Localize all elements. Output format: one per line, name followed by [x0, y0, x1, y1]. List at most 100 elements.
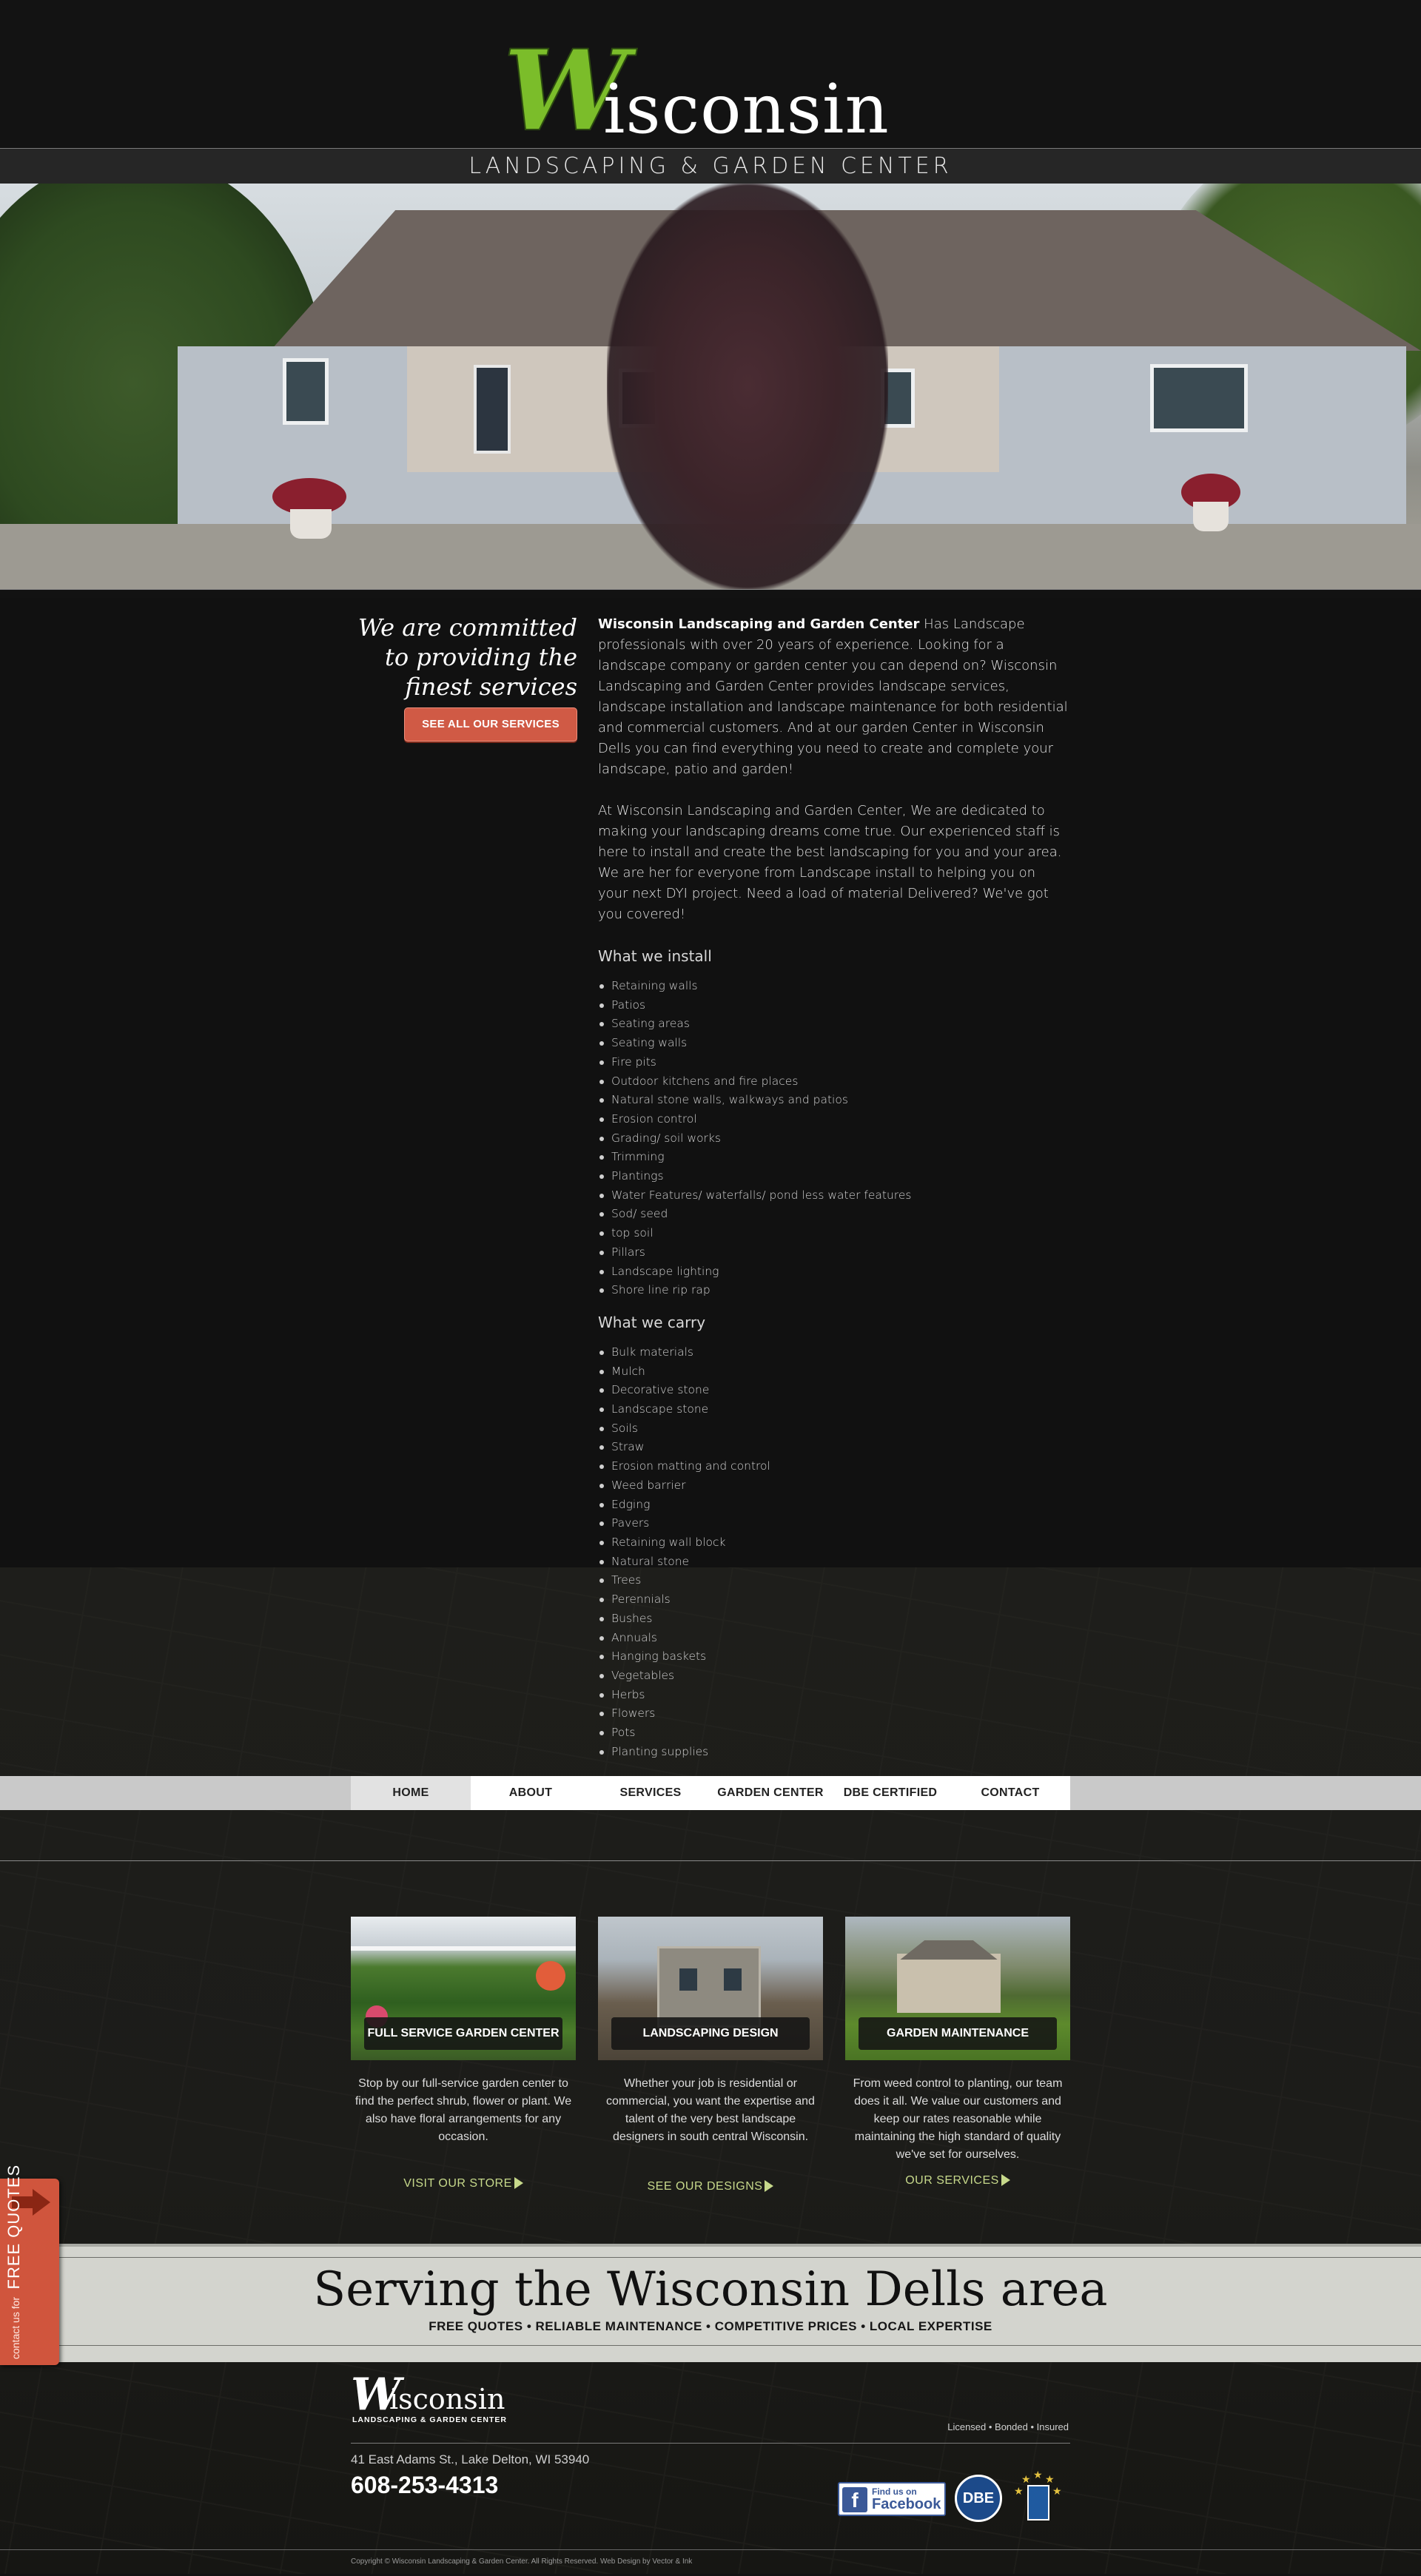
- nav-item-services[interactable]: SERVICES: [591, 1776, 710, 1810]
- card-label: GARDEN MAINTENANCE: [859, 2017, 1057, 2050]
- logo[interactable]: W isconsin: [503, 35, 918, 149]
- licensed-text: Licensed • Bonded • Insured: [947, 2421, 1069, 2432]
- carry-item: Planting supplies: [598, 1743, 1069, 1762]
- dbe-badge[interactable]: DBE: [955, 2475, 1002, 2522]
- main-nav: HOME ABOUT SERVICES GARDEN CENTER DBE CERTIF…: [351, 1776, 1070, 1810]
- window: [283, 358, 329, 425]
- nav-item-dbe-certified[interactable]: DBE CERTIFIED: [830, 1776, 950, 1810]
- card-description: From weed control to planting, our team …: [853, 2077, 1063, 2161]
- carry-item: Perennials: [598, 1590, 1069, 1610]
- serving-title: Serving the Wisconsin Dells area: [313, 2262, 1108, 2317]
- carry-item: Mulch: [598, 1362, 1069, 1382]
- carry-item: Decorative stone: [598, 1381, 1069, 1400]
- phone-number[interactable]: 608-253-4313: [351, 2472, 498, 2499]
- nav-item-about[interactable]: ABOUT: [471, 1776, 591, 1810]
- window: [679, 1968, 697, 1991]
- carry-item: Retaining wall block: [598, 1533, 1069, 1553]
- carry-item: Pots: [598, 1724, 1069, 1743]
- carry-item: Weed barrier: [598, 1476, 1069, 1496]
- free-quotes-tab[interactable]: contact us for FREE QUOTES: [0, 2165, 59, 2365]
- carry-item: Flowers: [598, 1704, 1069, 1724]
- install-item: Fire pits: [598, 1053, 1069, 1072]
- house-structure: [657, 1946, 761, 2028]
- bottom-divider: [0, 2549, 1421, 2550]
- footer-logo-wordmark: isconsin: [389, 2383, 505, 2415]
- carry-item: Landscape stone: [598, 1400, 1069, 1419]
- carry-item: Straw: [598, 1438, 1069, 1457]
- logo-wordmark: isconsin: [603, 70, 890, 149]
- intro-paragraph: Wisconsin Landscaping and Garden Center …: [598, 616, 1068, 777]
- carry-item: Trees: [598, 1571, 1069, 1590]
- install-item: Plantings: [598, 1167, 1069, 1186]
- install-item: Sod/ seed: [598, 1205, 1069, 1224]
- carry-item: Herbs: [598, 1686, 1069, 1705]
- footer-logo-tagline: LANDSCAPING & GARDEN CENTER: [352, 2415, 508, 2424]
- install-item: Grading/ soil works: [598, 1129, 1069, 1149]
- install-item: Trimming: [598, 1148, 1069, 1167]
- see-our-designs-link[interactable]: SEE OUR DESIGNS: [598, 2180, 823, 2193]
- planter-pot: [1193, 502, 1229, 531]
- card-garden-center: FULL SERVICE GARDEN CENTER Stop by our f…: [351, 1917, 576, 2190]
- install-item: Patios: [598, 996, 1069, 1015]
- card-garden-maintenance: GARDEN MAINTENANCE From weed control to …: [845, 1917, 1070, 2187]
- carry-heading: What we carry: [598, 1313, 706, 1331]
- maple-tree: [607, 184, 888, 589]
- install-item: Outdoor kitchens and fire places: [598, 1072, 1069, 1092]
- install-item: Erosion control: [598, 1110, 1069, 1129]
- install-item: Natural stone walls, walkways and patios: [598, 1091, 1069, 1110]
- see-all-services-button[interactable]: SEE ALL OUR SERVICES: [404, 707, 577, 741]
- garden-center-photo[interactable]: FULL SERVICE GARDEN CENTER: [351, 1917, 576, 2060]
- planter-pot: [290, 509, 332, 539]
- our-services-link[interactable]: OUR SERVICES: [845, 2174, 1070, 2187]
- carry-item: Annuals: [598, 1629, 1069, 1648]
- bbb-badge[interactable]: ★ ★ ★ ★ ★: [1011, 2469, 1064, 2525]
- footer-logo[interactable]: W isconsin LANDSCAPING & GARDEN CENTER: [351, 2372, 521, 2427]
- arrow-right-icon: [1001, 2174, 1010, 2186]
- install-heading: What we install: [598, 947, 712, 965]
- visit-our-store-link[interactable]: VISIT OUR STORE: [351, 2177, 576, 2190]
- house-roof: [900, 1940, 998, 1960]
- landscaping-design-photo[interactable]: LANDSCAPING DESIGN: [598, 1917, 823, 2060]
- carry-item: Soils: [598, 1419, 1069, 1439]
- footer-divider: [351, 2443, 1070, 2444]
- card-description: Whether your job is residential or comme…: [606, 2077, 815, 2143]
- install-item: Seating walls: [598, 1034, 1069, 1053]
- install-item: Pillars: [598, 1243, 1069, 1262]
- facebook-find-text: Find us on: [872, 2486, 917, 2497]
- carry-item: Edging: [598, 1496, 1069, 1515]
- free-quotes-text: contact us for FREE QUOTES: [4, 2165, 24, 2359]
- free-quotes-big: FREE QUOTES: [4, 2164, 23, 2290]
- free-quotes-small: contact us for: [10, 2296, 21, 2359]
- carry-item: Erosion matting and control: [598, 1457, 1069, 1476]
- window: [724, 1968, 742, 1991]
- nav-item-home[interactable]: HOME: [351, 1776, 471, 1810]
- card-label: FULL SERVICE GARDEN CENTER: [364, 2017, 562, 2050]
- nav-item-contact[interactable]: CONTACT: [950, 1776, 1070, 1810]
- card-landscaping-design: LANDSCAPING DESIGN Whether your job is r…: [598, 1917, 823, 2193]
- install-item: Shore line rip rap: [598, 1281, 1069, 1300]
- company-name: Wisconsin Landscaping and Garden Center: [598, 616, 920, 632]
- serving-banner: Serving the Wisconsin Dells area FREE QU…: [0, 2244, 1421, 2362]
- carry-item: Natural stone: [598, 1553, 1069, 1572]
- star-icon: ★: [1014, 2485, 1024, 2497]
- install-item: Seating areas: [598, 1015, 1069, 1034]
- star-icon: ★: [1033, 2469, 1043, 2481]
- greenhouse-beam: [351, 1946, 576, 1951]
- star-icon: ★: [1021, 2473, 1031, 2485]
- install-item: Landscape lighting: [598, 1262, 1069, 1282]
- garden-maintenance-photo[interactable]: GARDEN MAINTENANCE: [845, 1917, 1070, 2060]
- intro-paragraph: At Wisconsin Landscaping and Garden Cent…: [598, 803, 1062, 922]
- nav-item-garden-center[interactable]: GARDEN CENTER: [710, 1776, 830, 1810]
- star-icon: ★: [1052, 2485, 1062, 2497]
- install-item: top soil: [598, 1224, 1069, 1243]
- carry-item: Hanging baskets: [598, 1647, 1069, 1667]
- house-structure: [897, 1954, 1001, 2013]
- arrow-right-icon: [514, 2177, 523, 2189]
- copyright: Copyright © Wisconsin Landscaping & Gard…: [351, 2557, 693, 2566]
- facebook-badge[interactable]: f Find us on Facebook: [838, 2482, 946, 2516]
- facebook-name: Facebook: [872, 2496, 941, 2512]
- intro-text: Wisconsin Landscaping and Garden Center …: [598, 614, 1069, 1773]
- carry-item: Bushes: [598, 1610, 1069, 1629]
- nav-divider: [0, 1860, 1421, 1861]
- tagline: LANDSCAPING & GARDEN CENTER: [468, 153, 953, 179]
